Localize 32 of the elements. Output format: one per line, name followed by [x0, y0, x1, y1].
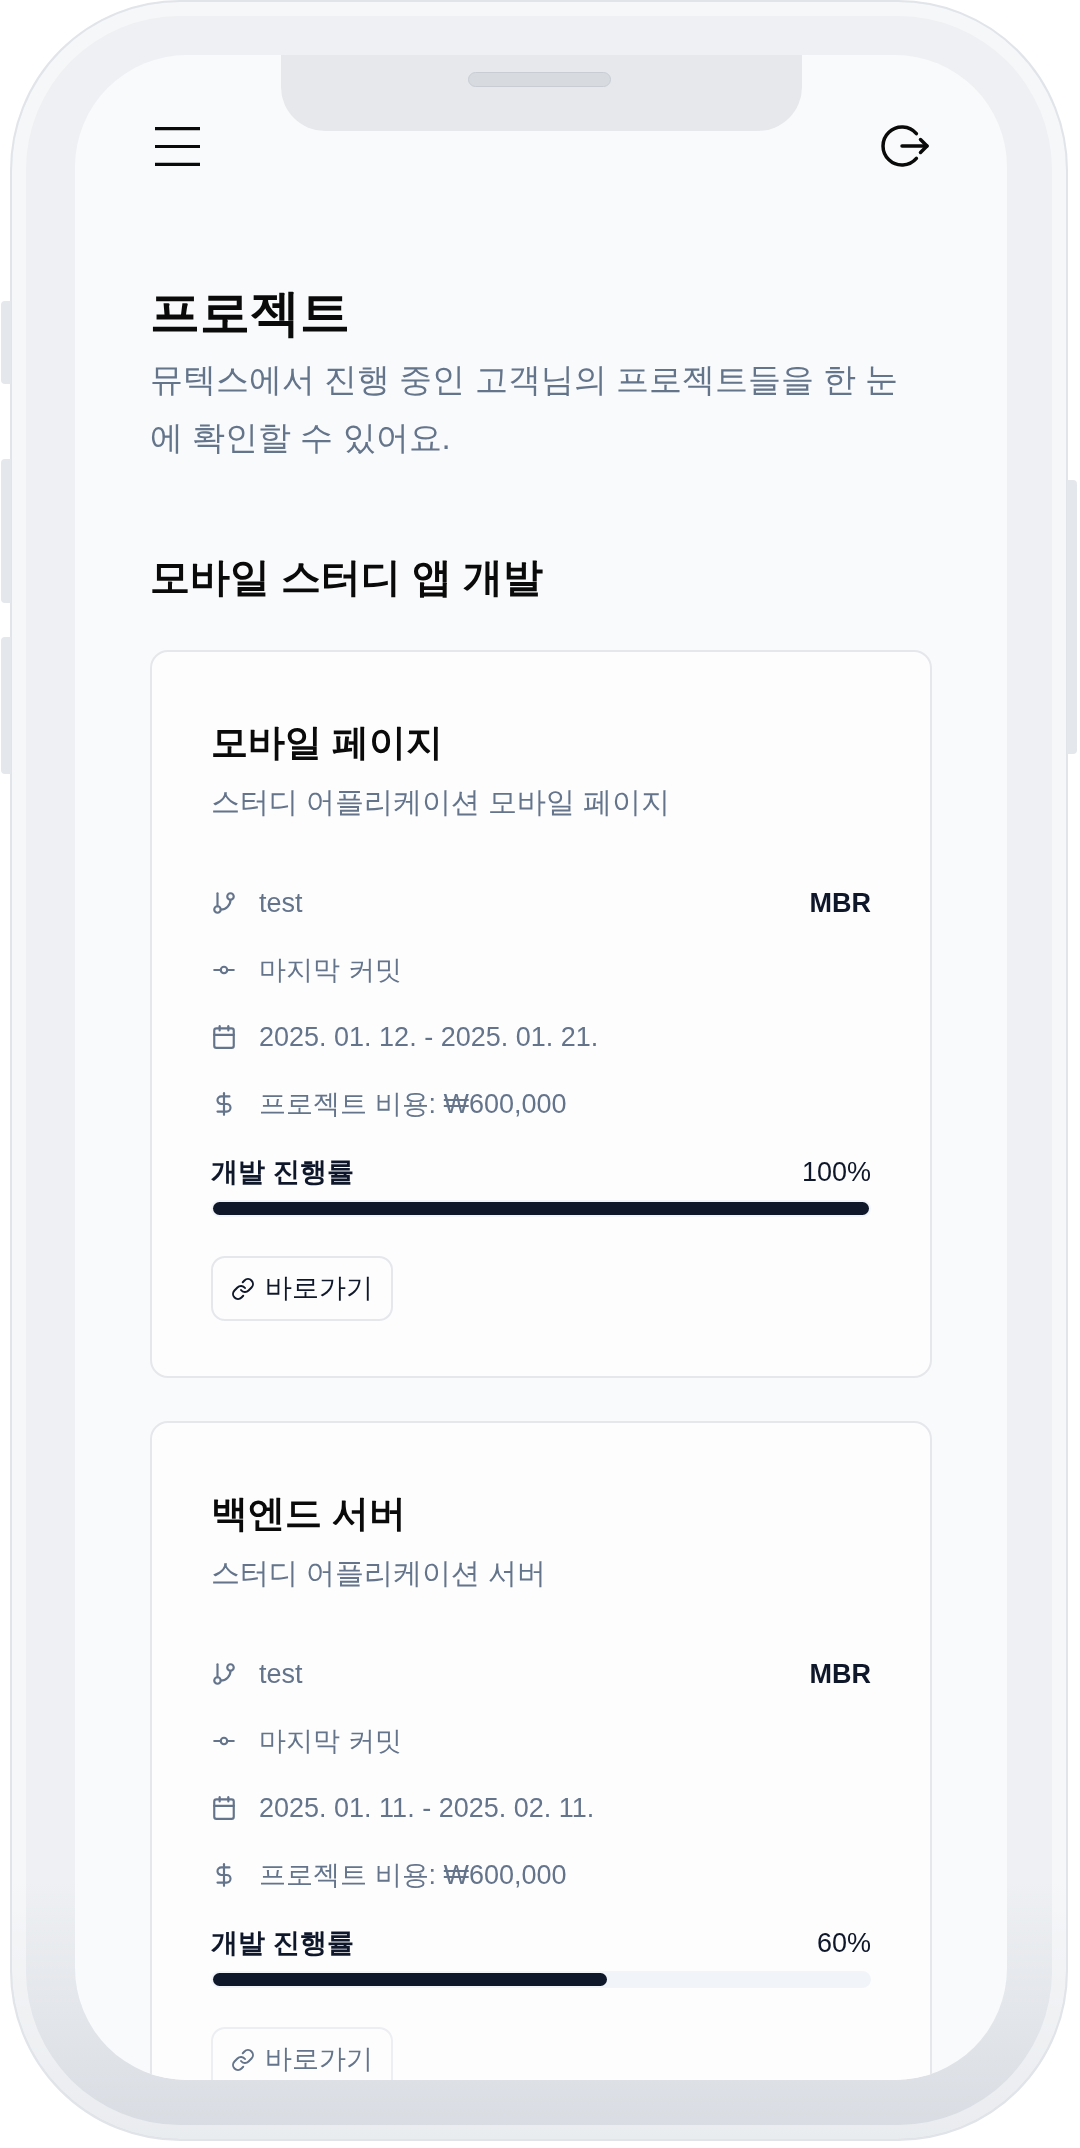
- project-description: 스터디 어플리케이션 모바일 페이지: [211, 785, 672, 820]
- detail-text: 마지막 커밋: [259, 1725, 402, 1758]
- project-title: 모바일 페이지: [211, 721, 445, 765]
- page-title: 프로젝트: [150, 284, 351, 343]
- calendar-icon: [211, 1795, 237, 1821]
- shortcut-button[interactable]: 바로가기: [211, 1256, 393, 1321]
- detail-text: 2025. 01. 11. - 2025. 02. 11.: [259, 1792, 595, 1825]
- branch-icon: [211, 890, 237, 916]
- detail-text: 마지막 커밋: [259, 954, 402, 987]
- detail-text: 프로젝트 비용: ₩600,000: [259, 1088, 567, 1121]
- section-title: 모바일 스터디 앱 개발: [150, 554, 545, 601]
- link-icon: [231, 2047, 255, 2072]
- side-label: MBR: [809, 1658, 871, 1691]
- branch-icon: [211, 1661, 237, 1687]
- detail-text: test: [259, 887, 303, 920]
- progress-label: 개발 진행률: [211, 1927, 354, 1960]
- menu-button[interactable]: [155, 126, 200, 166]
- detail-text: 2025. 01. 12. - 2025. 01. 21.: [259, 1021, 599, 1054]
- progress-reading: 60%: [816, 1927, 871, 1960]
- detail-text: test: [259, 1658, 303, 1691]
- link-icon: [231, 1276, 255, 1301]
- calendar-icon: [211, 1024, 237, 1050]
- menu-icon: [155, 126, 200, 166]
- project-description: 스터디 어플리케이션 서버: [211, 1556, 548, 1591]
- progress-label: 개발 진행률: [211, 1156, 354, 1189]
- side-label: MBR: [809, 887, 871, 920]
- logout-button[interactable]: [880, 123, 930, 169]
- logout-icon: [880, 123, 930, 169]
- detail-text: 프로젝트 비용: ₩600,000: [259, 1859, 567, 1892]
- progress-reading: 100%: [801, 1156, 871, 1189]
- page-description: 뮤텍스에서 진행 중인 고객님의 프로젝트들을 한 눈에 확인할 수 있어요.: [150, 360, 899, 458]
- project-title: 백엔드 서버: [211, 1492, 408, 1536]
